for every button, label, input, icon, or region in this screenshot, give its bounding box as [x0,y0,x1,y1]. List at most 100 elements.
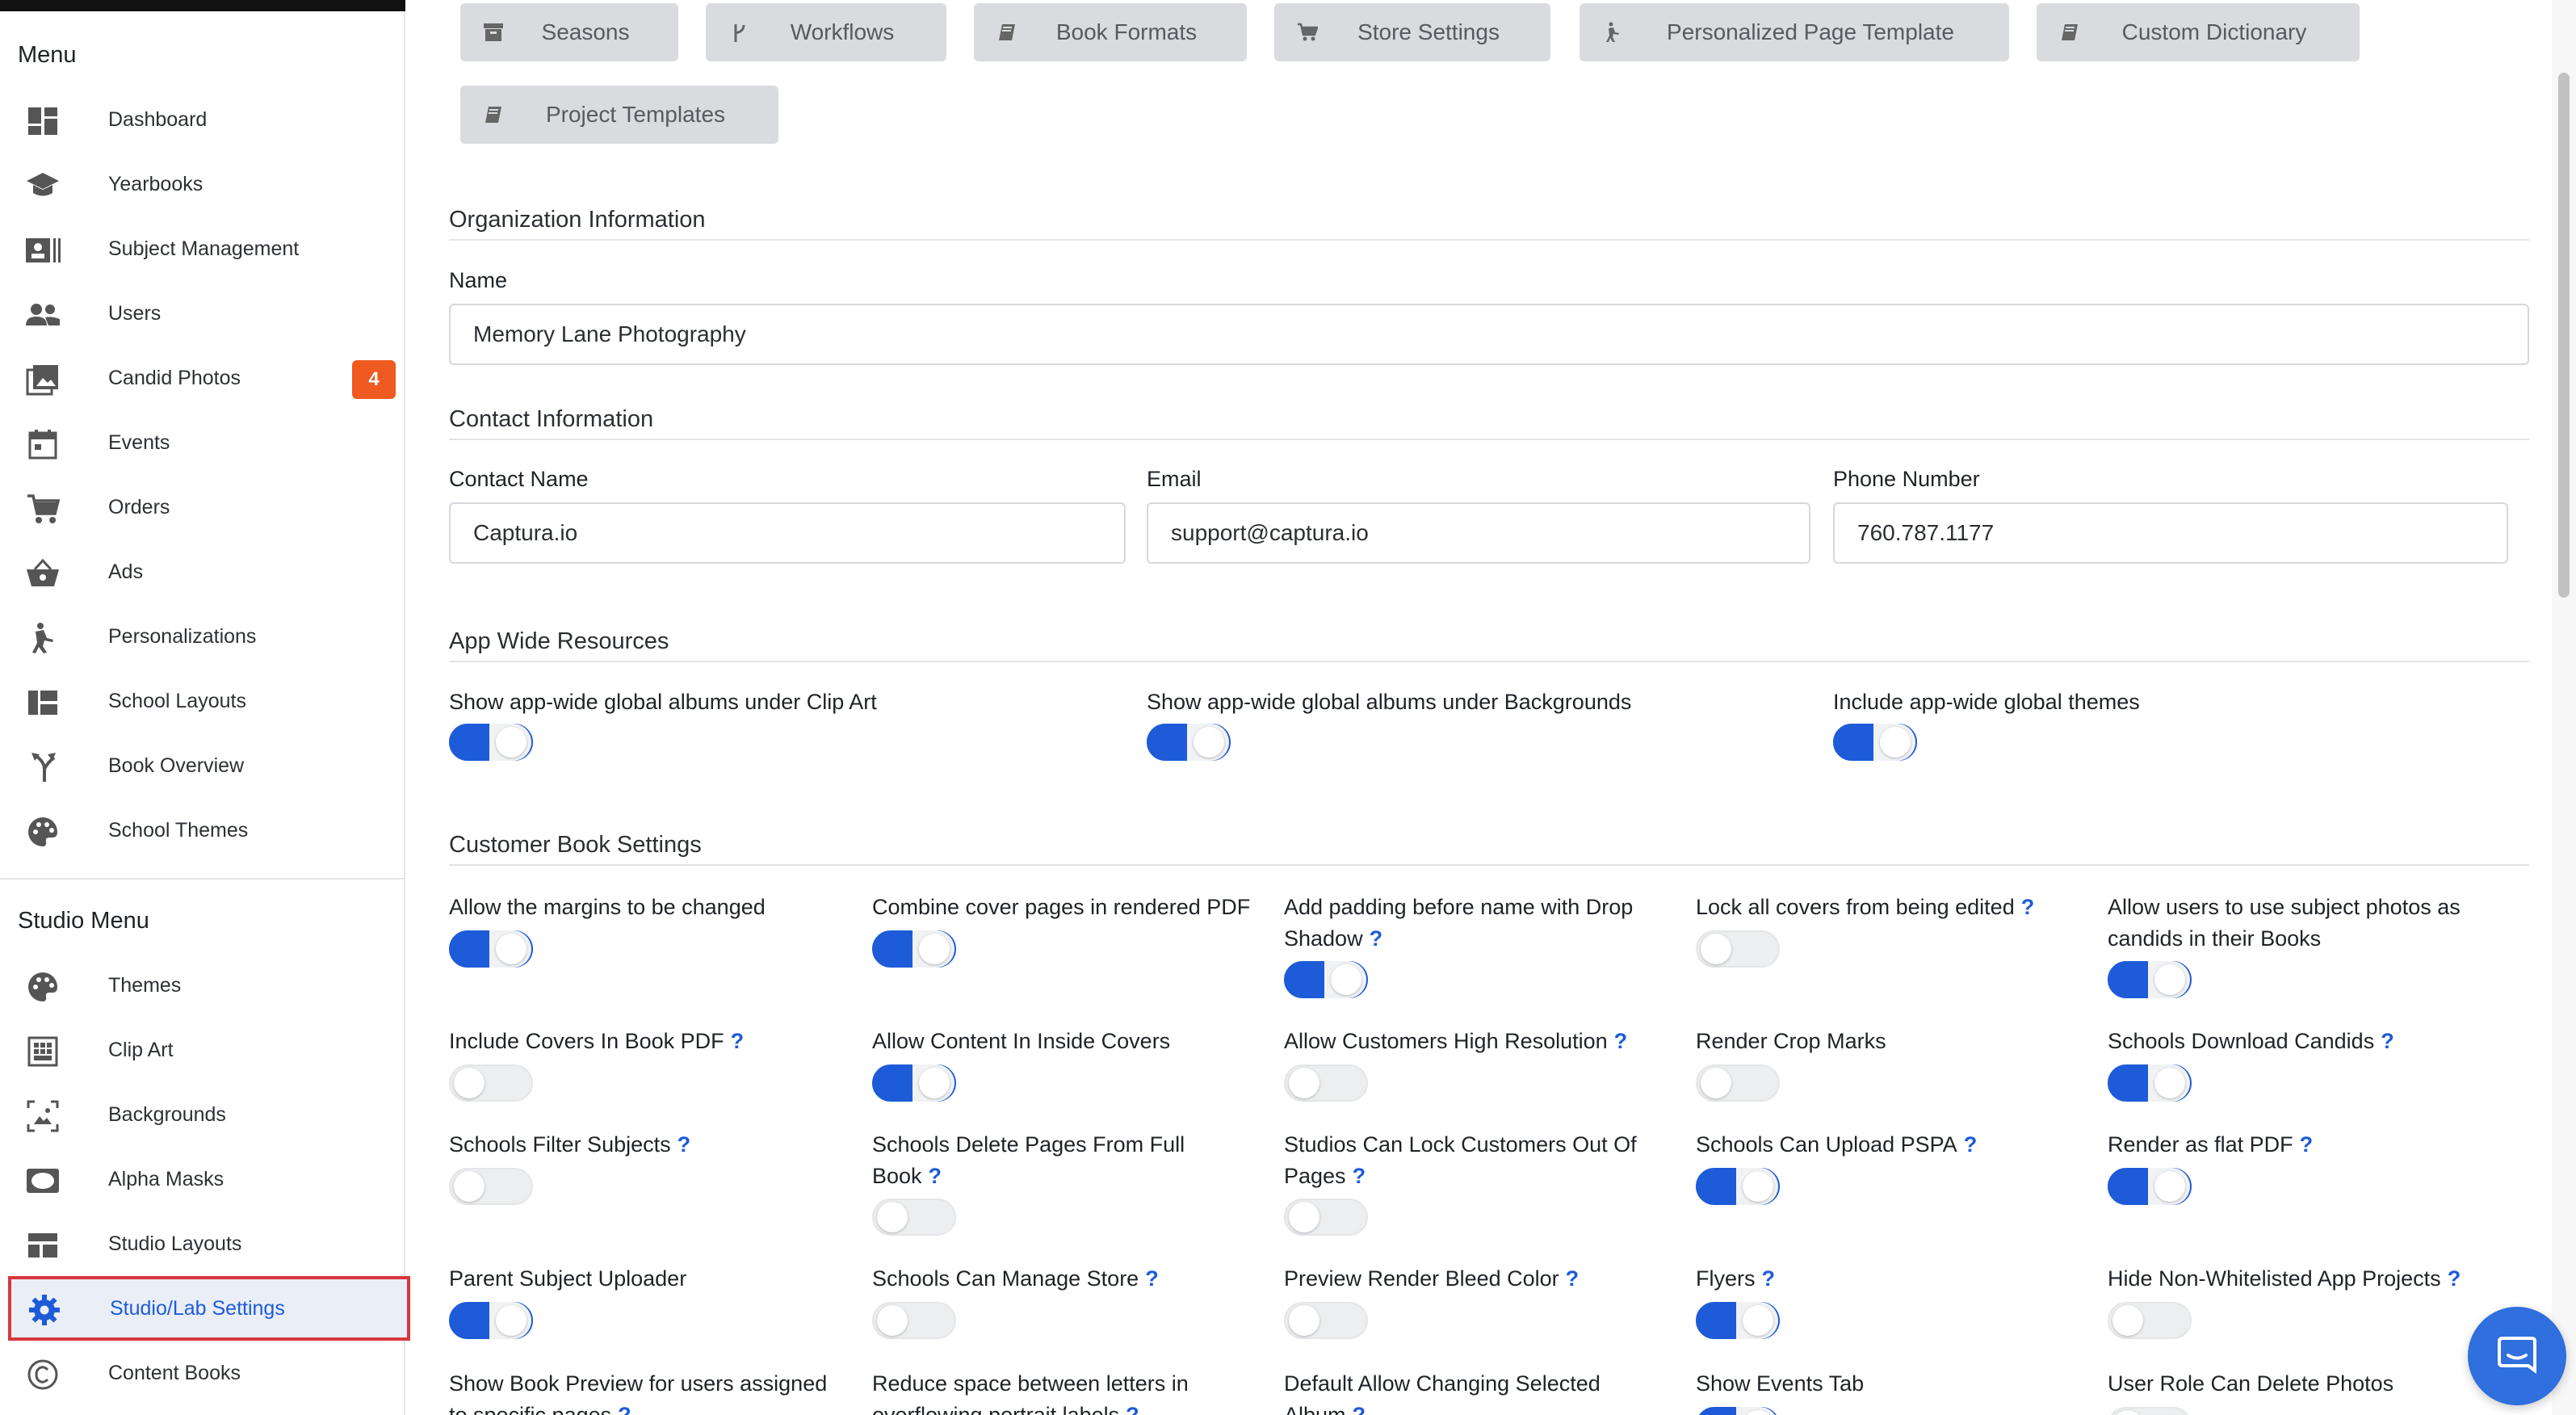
toggle-switch[interactable] [872,1302,956,1339]
option-label-text: Show Book Preview for users assigned to … [449,1371,828,1415]
toggle-switch[interactable] [1696,1302,1780,1339]
tab-store-settings[interactable]: Store Settings [1274,3,1550,61]
sidebar-top-bar [0,0,405,11]
sidebar-item-orders[interactable]: Orders [6,477,409,538]
toggle-switch[interactable] [1284,1199,1368,1236]
toggle-switch[interactable] [1696,1168,1780,1205]
option-label: Schools Can Upload PSPA? [1696,1129,2075,1161]
tab-custom-dictionary[interactable]: Custom Dictionary [2037,3,2360,61]
sidebar-item-subject-management[interactable]: Subject Management [6,218,409,279]
toggle-switch[interactable] [872,930,956,968]
toggle-switch[interactable] [1696,930,1780,968]
help-icon[interactable]: ? [1353,1164,1366,1188]
studio-menu-heading: Studio Menu [18,908,149,934]
sidebar-item-book-overview[interactable]: Book Overview [6,735,409,796]
sidebar-item-studio-layouts[interactable]: Studio Layouts [6,1213,409,1274]
sidebar-item-themes[interactable]: Themes [6,955,409,1016]
sidebar-item-label: Studio Layouts [108,1232,242,1255]
contact-name-label: Contact Name [449,467,589,491]
toggle-switch[interactable] [1696,1407,1780,1415]
toggle-switch[interactable] [449,930,533,968]
section-divider [449,864,2529,866]
toggle-switch[interactable] [1284,1064,1368,1102]
sidebar-item-school-layouts[interactable]: School Layouts [6,670,409,732]
help-icon[interactable]: ? [1370,926,1383,951]
toggle-switch[interactable] [1833,724,1917,761]
option-label: Show Events Tab [1696,1368,2075,1400]
toggle-switch[interactable] [2108,1302,2192,1339]
layout-icon [24,1231,61,1260]
organization-name-input[interactable] [449,304,2529,365]
help-icon[interactable]: ? [1566,1266,1580,1291]
toggle-switch[interactable] [1284,961,1368,998]
help-icon[interactable]: ? [2021,895,2035,919]
toggle-switch[interactable] [872,1199,956,1236]
sidebar-item-alpha-masks[interactable]: Alpha Masks [6,1148,409,1210]
sidebar-item-clip-art[interactable]: Clip Art [6,1019,409,1081]
sidebar-item-dashboard[interactable]: Dashboard [6,89,409,150]
tab-seasons[interactable]: Seasons [460,3,678,61]
sidebar-item-label: Orders [108,495,170,519]
toggle-switch[interactable] [449,1168,533,1205]
sidebar-item-events[interactable]: Events [6,412,409,473]
tab-personalized-page-template[interactable]: Personalized Page Template [1580,3,2009,61]
email-input[interactable] [1147,502,1810,564]
help-icon[interactable]: ? [1353,1403,1366,1415]
toggle-switch[interactable] [449,724,533,761]
help-icon[interactable]: ? [678,1132,691,1157]
toggle-switch[interactable] [2108,1064,2192,1102]
toggle-knob [1701,1068,1731,1098]
chat-launcher-button[interactable] [2468,1307,2566,1405]
toggle-switch[interactable] [1147,724,1231,761]
help-icon[interactable]: ? [2381,1029,2394,1053]
tab-label: Store Settings [1357,19,1500,44]
sidebar-item-studio-lab-settings[interactable]: Studio/Lab Settings [8,1276,410,1341]
tab-book-formats[interactable]: Book Formats [974,3,1247,61]
help-icon[interactable]: ? [2300,1132,2314,1157]
option-label-text: Schools Can Upload PSPA [1696,1132,1957,1157]
phone-input[interactable] [1833,502,2508,564]
option-label-text: User Role Can Delete Photos [2108,1371,2394,1396]
scrollbar-thumb[interactable] [2558,73,2570,598]
help-icon[interactable]: ? [1614,1029,1628,1053]
sidebar-item-candid-photos[interactable]: Candid Photos 4 [6,347,409,409]
tab-project-templates[interactable]: Project Templates [460,86,778,144]
id-card-icon [24,236,61,265]
help-icon[interactable]: ? [1126,1403,1139,1415]
sidebar-item-backgrounds[interactable]: Backgrounds [6,1084,409,1145]
fork-icon [24,753,61,782]
help-icon[interactable]: ? [1145,1266,1159,1291]
sidebar-item-ads[interactable]: Ads [6,541,409,603]
sidebar-item-yearbooks[interactable]: Yearbooks [6,153,409,215]
sidebar-item-label: School Themes [108,818,249,842]
toggle-switch[interactable] [449,1064,533,1102]
sidebar-item-users[interactable]: Users [6,283,409,344]
help-icon[interactable]: ? [618,1403,631,1415]
tab-workflows[interactable]: Workflows [706,3,946,61]
contact-section-title: Contact Information [449,406,654,432]
help-icon[interactable]: ? [731,1029,745,1053]
menu-heading: Menu [18,42,77,68]
toggle-switch[interactable] [2108,1407,2192,1415]
sidebar-item-personalizations[interactable]: Personalizations [6,606,409,667]
sidebar-item-content-books[interactable]: Content Books [6,1342,409,1404]
option-label: Allow Customers High Resolution? [1284,1026,1663,1057]
toggle-switch[interactable] [872,1064,956,1102]
toggle-switch[interactable] [2108,1168,2192,1205]
help-icon[interactable]: ? [1964,1132,1978,1157]
sidebar-item-school-themes[interactable]: School Themes [6,800,409,861]
help-icon[interactable]: ? [1762,1266,1776,1291]
option-label-text: Schools Download Candids [2108,1029,2375,1053]
help-icon[interactable]: ? [929,1164,942,1188]
contact-name-input[interactable] [449,502,1126,564]
toggle-switch[interactable] [1696,1064,1780,1102]
help-icon[interactable]: ? [2448,1266,2461,1291]
toggle-switch[interactable] [449,1302,533,1339]
toggle-knob [1743,1171,1773,1202]
tab-label: Custom Dictionary [2121,19,2307,44]
option-label: Schools Delete Pages From Full Book? [872,1129,1252,1192]
toggle-switch[interactable] [2108,961,2192,998]
sidebar-item-label: Personalizations [108,624,257,648]
toggle-switch[interactable] [1284,1302,1368,1339]
toggle-knob [2112,1410,2143,1415]
